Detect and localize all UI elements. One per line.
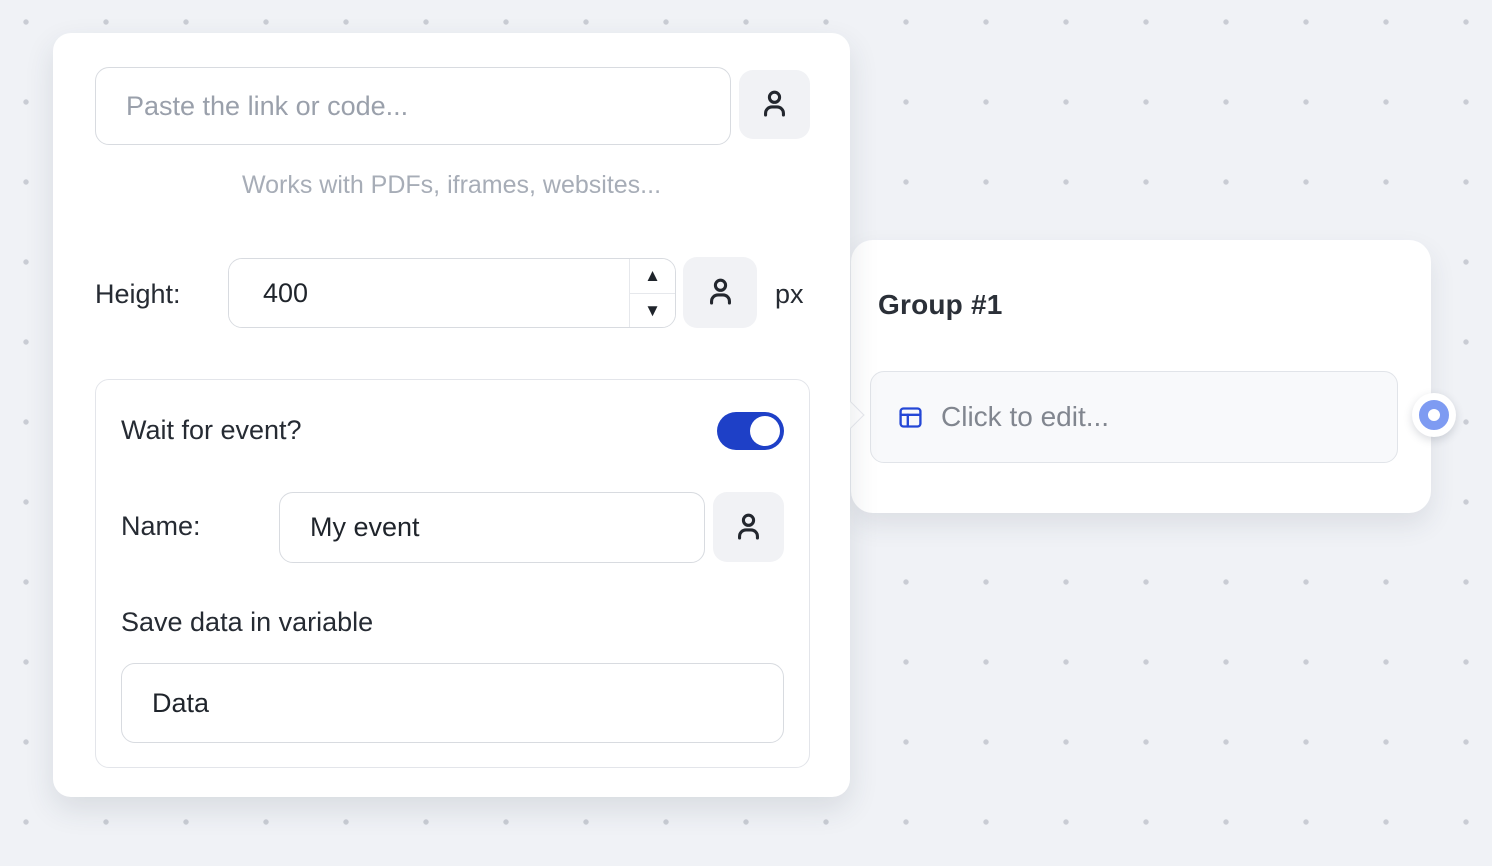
user-icon [730,509,767,546]
block-click-to-edit[interactable]: Click to edit... [870,371,1398,463]
layout-grid-icon [897,404,924,431]
link-hint-text: Works with PDFs, iframes, websites... [53,171,850,200]
user-icon [702,274,739,311]
height-variable-button[interactable] [683,257,757,328]
insert-variable-button[interactable] [739,70,810,139]
user-icon [756,86,793,123]
event-name-variable-button[interactable] [713,492,784,562]
connector-dot-icon [1419,400,1449,430]
block-settings-panel: Works with PDFs, iframes, websites... He… [53,33,850,797]
group-title: Group #1 [878,289,1003,321]
save-variable-input[interactable] [121,663,784,743]
event-name-label: Name: [121,511,201,542]
stepper-down-button[interactable]: ▼ [630,294,675,328]
output-connector[interactable] [1412,393,1456,437]
height-number-field: ▲ ▼ [228,258,676,328]
link-or-code-input[interactable] [95,67,731,145]
group-node-card[interactable]: Group #1 Click to edit... [851,240,1431,513]
height-label: Height: [95,279,181,310]
event-name-input[interactable] [279,492,705,563]
toggle-knob-icon [750,416,780,446]
height-stepper: ▲ ▼ [629,259,675,327]
save-variable-label: Save data in variable [121,607,373,638]
height-input[interactable] [229,259,629,327]
block-placeholder-text: Click to edit... [941,401,1109,433]
wait-toggle[interactable] [717,412,784,450]
wait-for-event-section: Wait for event? Name: Save data in varia… [95,379,810,768]
stepper-up-button[interactable]: ▲ [630,259,675,294]
flow-canvas[interactable]: Group #1 Click to edit... Works with PDF… [0,0,1492,866]
wait-for-event-label: Wait for event? [121,415,302,446]
height-unit-label: px [775,279,804,310]
